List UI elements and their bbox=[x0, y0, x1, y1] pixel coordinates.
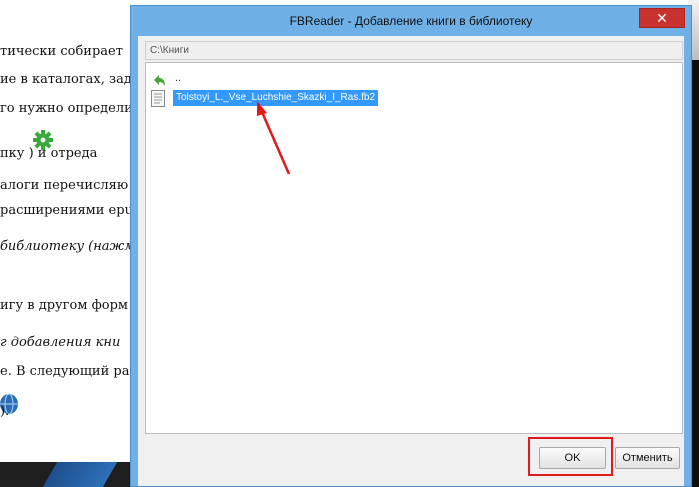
file-name-label: Tolstoyi_L._Vse_Luchshie_Skazki_I_Ras.fb… bbox=[173, 90, 379, 106]
dialog-title: FBReader - Добавление книги в библиотеку bbox=[289, 14, 533, 28]
doc-line: расширениями epu bbox=[0, 203, 133, 218]
taskbar-highlight bbox=[42, 462, 118, 487]
doc-line: е. В следующий ра bbox=[0, 364, 130, 379]
doc-line: ). bbox=[0, 404, 10, 419]
doc-line: библиотеку (нажм bbox=[0, 239, 136, 254]
up-arrow-icon bbox=[154, 75, 165, 86]
doc-line: алоги перечисляю bbox=[0, 178, 129, 193]
cancel-button[interactable]: Отменить bbox=[615, 447, 680, 469]
file-list[interactable]: .. Tolstoyi_L._Vse_Luchshie_Skazki_I_Ras… bbox=[145, 62, 683, 434]
close-icon: ✕ bbox=[656, 10, 668, 26]
dialog-client-area: C:\Книги .. Tolstoyi_L._Vse_Luchshie_Ska… bbox=[138, 36, 684, 486]
parent-dir-label: .. bbox=[175, 72, 182, 84]
path-field[interactable]: C:\Книги bbox=[145, 41, 683, 60]
doc-line: игу в другом форм bbox=[0, 298, 129, 313]
document-icon bbox=[151, 90, 165, 107]
doc-line: г добавления кни bbox=[0, 335, 121, 350]
add-book-dialog: FBReader - Добавление книги в библиотеку… bbox=[130, 5, 692, 487]
doc-line: ие в каталогах, зад bbox=[0, 72, 132, 87]
title-bar[interactable]: FBReader - Добавление книги в библиотеку… bbox=[131, 6, 691, 36]
ok-button[interactable]: OK bbox=[539, 447, 606, 469]
gear-icon bbox=[33, 130, 53, 150]
background-document: тически собирает ие в каталогах, зад го … bbox=[0, 0, 150, 487]
doc-line: тически собирает bbox=[0, 44, 123, 59]
doc-line: го нужно определи bbox=[0, 101, 133, 116]
close-button[interactable]: ✕ bbox=[639, 8, 685, 28]
taskbar-strip bbox=[0, 462, 140, 487]
